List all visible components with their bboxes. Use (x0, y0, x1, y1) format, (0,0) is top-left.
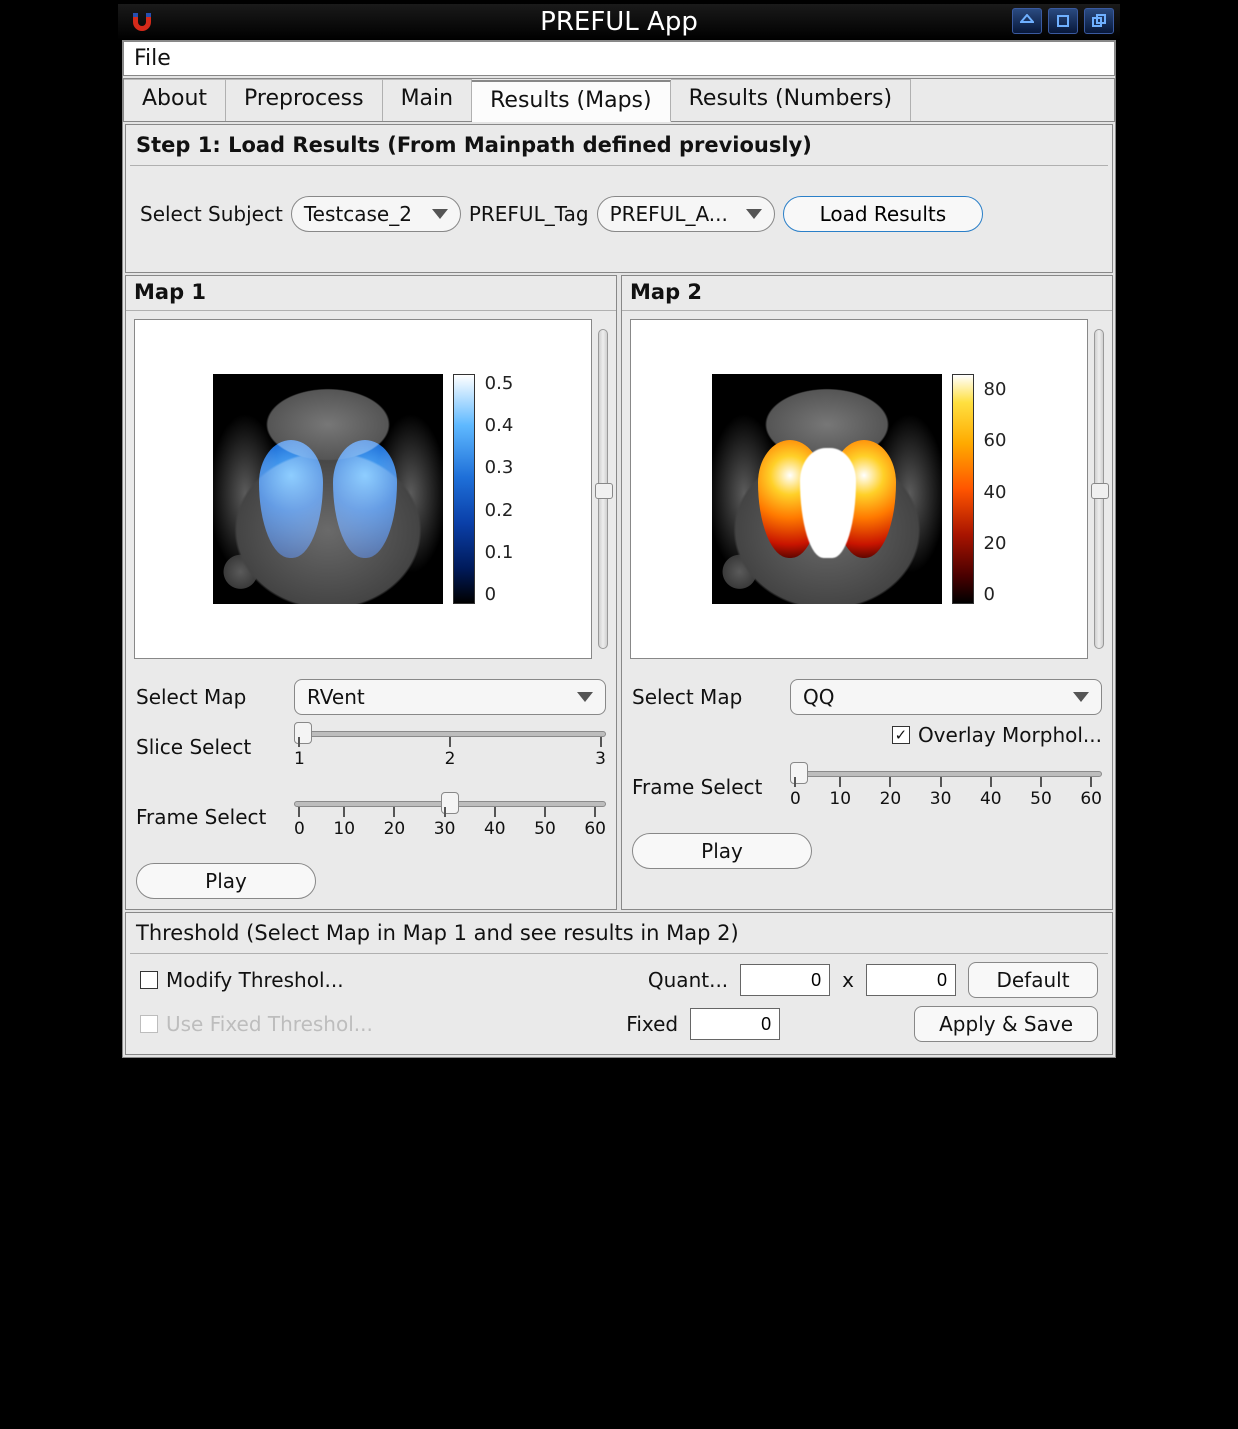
map2-title: Map 2 (622, 276, 1112, 311)
modify-threshold-label: Modify Threshol... (166, 968, 344, 992)
map2-image[interactable]: 80 60 40 20 0 (630, 319, 1088, 659)
overlay-morphology-checkbox[interactable]: ✓ Overlay Morphol... (892, 723, 1102, 747)
map2-colorbar (952, 374, 974, 604)
load-results-button[interactable]: Load Results (783, 196, 983, 232)
map1-slice-select-label: Slice Select (136, 735, 276, 759)
map1-panel: Map 1 0.5 0.4 0.3 0.2 (125, 275, 617, 910)
map1-play-button[interactable]: Play (136, 863, 316, 899)
quant-a-input[interactable] (740, 964, 830, 996)
map2-panel: Map 2 80 60 40 (621, 275, 1113, 910)
map1-colorbar-ticks: 0.5 0.4 0.3 0.2 0.1 0 (485, 373, 514, 605)
chevron-down-icon (577, 692, 593, 702)
times-label: x (842, 968, 854, 992)
magnet-icon (128, 11, 156, 33)
default-button[interactable]: Default (968, 962, 1098, 998)
threshold-panel: Threshold (Select Map in Map 1 and see r… (125, 912, 1113, 1055)
map1-slice-slider[interactable]: 1 2 3 (294, 723, 606, 771)
map2-vscroll[interactable] (1094, 329, 1104, 649)
quant-label: Quant... (648, 968, 728, 992)
map1-frame-slider[interactable]: 0 10 20 30 40 50 60 (294, 793, 606, 841)
tab-preprocess[interactable]: Preprocess (226, 79, 383, 121)
maximize-button[interactable] (1048, 8, 1078, 34)
tab-bar: About Preprocess Main Results (Maps) Res… (123, 78, 1115, 122)
map1-frame-select-label: Frame Select (136, 805, 276, 829)
map1-select-map-dropdown[interactable]: RVent (294, 679, 606, 715)
tab-results-maps[interactable]: Results (Maps) (472, 80, 671, 122)
use-fixed-threshold-label: Use Fixed Threshol... (166, 1012, 373, 1036)
map1-select-map-label: Select Map (136, 685, 276, 709)
menu-file[interactable]: File (134, 46, 171, 71)
preful-tag-dropdown[interactable]: PREFUL_A... (597, 196, 775, 232)
map2-colorbar-ticks: 80 60 40 20 0 (984, 373, 1007, 605)
overlay-morphology-label: Overlay Morphol... (918, 723, 1102, 747)
select-subject-value: Testcase_2 (304, 202, 412, 226)
quant-b-input[interactable] (866, 964, 956, 996)
checkbox-icon: ✓ (892, 726, 910, 744)
map1-title: Map 1 (126, 276, 616, 311)
map2-select-map-dropdown[interactable]: QQ (790, 679, 1102, 715)
map2-select-map-label: Select Map (632, 685, 772, 709)
map2-frame-select-label: Frame Select (632, 775, 772, 799)
map2-frame-slider[interactable]: 0 10 20 30 40 50 60 (790, 763, 1102, 811)
modify-threshold-checkbox[interactable]: Modify Threshol... (140, 968, 344, 992)
titlebar: PREFUL App (118, 4, 1120, 40)
apply-save-button[interactable]: Apply & Save (914, 1006, 1098, 1042)
window-title: PREFUL App (118, 7, 1120, 37)
map2-lung-render (712, 374, 942, 604)
chevron-down-icon (1073, 692, 1089, 702)
map1-vscroll[interactable] (598, 329, 608, 649)
select-subject-dropdown[interactable]: Testcase_2 (291, 196, 461, 232)
tab-results-numbers[interactable]: Results (Numbers) (671, 79, 911, 121)
content-area: File About Preprocess Main Results (Maps… (122, 40, 1116, 1058)
tab-about[interactable]: About (124, 79, 226, 121)
preful-tag-label: PREFUL_Tag (469, 202, 589, 226)
map1-image[interactable]: 0.5 0.4 0.3 0.2 0.1 0 (134, 319, 592, 659)
menubar: File (123, 41, 1115, 76)
checkbox-icon (140, 1015, 158, 1033)
threshold-title: Threshold (Select Map in Map 1 and see r… (130, 917, 1108, 954)
fixed-label: Fixed (626, 1012, 678, 1036)
step1-title: Step 1: Load Results (From Mainpath defi… (130, 129, 1108, 166)
preful-tag-value: PREFUL_A... (610, 202, 728, 226)
restore-button[interactable] (1084, 8, 1114, 34)
map1-select-map-value: RVent (307, 685, 365, 709)
select-subject-label: Select Subject (140, 202, 283, 226)
app-window: PREFUL App File About Preprocess (114, 0, 1124, 1072)
map1-colorbar (453, 374, 475, 604)
chevron-down-icon (746, 209, 762, 219)
use-fixed-threshold-checkbox: Use Fixed Threshol... (140, 1012, 373, 1036)
step1-panel: Step 1: Load Results (From Mainpath defi… (125, 124, 1113, 273)
map1-lung-render (213, 374, 443, 604)
map2-play-button[interactable]: Play (632, 833, 812, 869)
map2-select-map-value: QQ (803, 685, 834, 709)
minimize-button[interactable] (1012, 8, 1042, 34)
chevron-down-icon (432, 209, 448, 219)
tab-main[interactable]: Main (383, 79, 473, 121)
maps-row: Map 1 0.5 0.4 0.3 0.2 (125, 275, 1113, 910)
fixed-input[interactable] (690, 1008, 780, 1040)
checkbox-icon (140, 971, 158, 989)
